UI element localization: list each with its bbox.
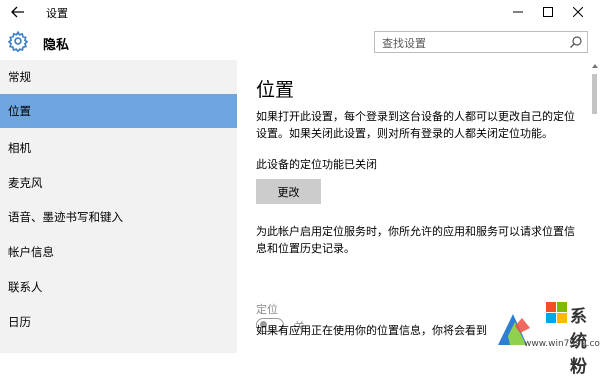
page-title: 位置 xyxy=(256,79,295,101)
watermark-url: www.win7999.com xyxy=(524,339,600,349)
search-box[interactable] xyxy=(374,31,588,54)
close-icon xyxy=(573,7,583,17)
maximize-button[interactable] xyxy=(536,2,560,22)
back-button[interactable] xyxy=(6,2,30,22)
sidebar-item-speech-inking-typing[interactable]: 语音、墨迹书写和键入 xyxy=(0,200,237,234)
location-toggle-label: 定位 xyxy=(256,303,278,316)
scroll-up-arrow-icon[interactable] xyxy=(591,62,599,70)
account-location-description: 为此帐户启用定位服务时，你所允许的应用和服务可以请求位置信息和位置历史记录。 xyxy=(256,225,575,255)
sidebar-item-camera[interactable]: 相机 xyxy=(0,131,237,165)
change-button[interactable]: 更改 xyxy=(256,179,321,204)
page-category-title: 隐私 xyxy=(43,38,70,53)
close-button[interactable] xyxy=(566,2,590,22)
minimize-button[interactable] xyxy=(506,2,530,22)
window-title: 设置 xyxy=(46,7,68,20)
search-icon[interactable] xyxy=(569,35,583,49)
sidebar-item-general[interactable]: 常规 xyxy=(0,60,237,94)
minimize-icon xyxy=(513,11,523,13)
device-location-status: 此设备的定位功能已关闭 xyxy=(256,158,377,171)
scroll-thumb[interactable] xyxy=(592,74,597,114)
sidebar-item-calendar[interactable]: 日历 xyxy=(0,305,237,339)
gear-icon xyxy=(7,30,29,52)
search-input[interactable] xyxy=(375,33,562,54)
maximize-icon xyxy=(543,7,553,17)
sidebar: 常规 位置 相机 麦克风 语音、墨迹书写和键入 帐户信息 联系人 日历 xyxy=(0,60,237,353)
location-intro-text: 如果打开此设置，每个登录到这台设备的人都可以更改自己的定位设置。如果关闭此设置，… xyxy=(256,110,575,140)
sidebar-item-contacts[interactable]: 联系人 xyxy=(0,270,237,304)
sidebar-item-location[interactable]: 位置 xyxy=(0,94,237,128)
sidebar-item-microphone[interactable]: 麦克风 xyxy=(0,166,237,200)
title-bar: 设置 xyxy=(0,0,600,24)
back-arrow-icon xyxy=(11,6,24,18)
header: 隐私 xyxy=(0,24,600,60)
sidebar-item-account-info[interactable]: 帐户信息 xyxy=(0,235,237,269)
